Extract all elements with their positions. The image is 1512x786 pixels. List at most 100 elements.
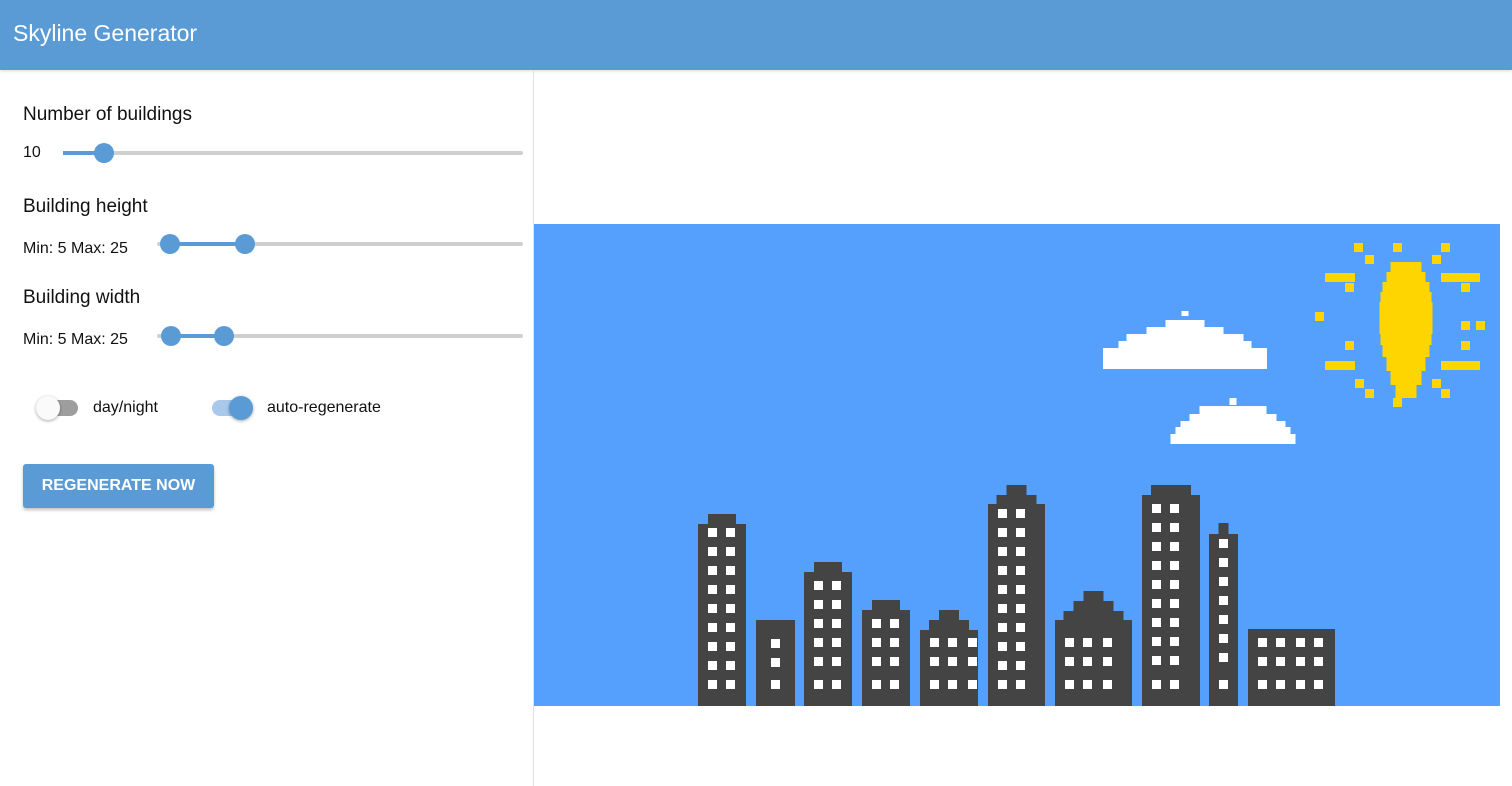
- sun-ray: [1393, 398, 1402, 407]
- building: [988, 485, 1045, 706]
- building-window: [1152, 504, 1161, 513]
- building-window: [1065, 657, 1074, 666]
- sun-ray: [1441, 243, 1450, 252]
- building-window: [814, 657, 823, 666]
- number-of-buildings-label: Number of buildings: [23, 104, 192, 125]
- sun-ray: [1471, 273, 1480, 282]
- building-window: [1152, 618, 1161, 627]
- building-window: [890, 619, 899, 628]
- cloud-2-segment: [1189, 414, 1277, 422]
- building-window: [1152, 599, 1161, 608]
- cloud-2-segment: [1229, 398, 1237, 405]
- building-window: [1170, 580, 1179, 589]
- slider-min-thumb[interactable]: [160, 234, 180, 254]
- building-window: [708, 547, 717, 556]
- cloud-1-segment: [1165, 320, 1205, 327]
- day-night-label: day/night: [93, 399, 158, 416]
- building-window: [832, 657, 841, 666]
- building-window: [814, 600, 823, 609]
- sun-ray: [1471, 361, 1480, 370]
- auto-regenerate-label: auto-regenerate: [267, 399, 381, 416]
- regenerate-now-button[interactable]: REGENERATE NOW: [23, 464, 214, 508]
- building-window: [708, 661, 717, 670]
- building-window: [771, 639, 780, 648]
- building-roof: [708, 514, 736, 525]
- cloud-1-segment: [1146, 327, 1224, 334]
- skyline-canvas: [534, 224, 1500, 706]
- app-title: Skyline Generator: [13, 20, 198, 46]
- sun-ray: [1325, 273, 1355, 282]
- building-window: [1065, 638, 1074, 647]
- building-window: [1296, 657, 1305, 666]
- sun-ray: [1393, 243, 1402, 252]
- building-window: [726, 585, 735, 594]
- building-window: [1016, 604, 1025, 613]
- building-window: [1016, 680, 1025, 689]
- sun-ray: [1461, 321, 1470, 330]
- building-window: [814, 638, 823, 647]
- building-window: [1314, 680, 1323, 689]
- building-body: [862, 610, 910, 706]
- building-window: [998, 623, 1007, 632]
- building-window: [998, 680, 1007, 689]
- building-window: [1219, 680, 1228, 689]
- building-window: [1170, 561, 1179, 570]
- slider-min-thumb[interactable]: [161, 326, 181, 346]
- building-window: [1219, 558, 1228, 567]
- building-window: [1016, 585, 1025, 594]
- building-window: [1016, 509, 1025, 518]
- building-window: [1016, 642, 1025, 651]
- building-window: [1152, 656, 1161, 665]
- building-window: [708, 566, 717, 575]
- building-window: [1276, 638, 1285, 647]
- building-window: [1016, 547, 1025, 556]
- building: [1248, 629, 1335, 706]
- building-window: [1296, 680, 1305, 689]
- building-roof: [929, 620, 969, 631]
- cloud-1-segment: [1181, 311, 1189, 316]
- building: [698, 514, 746, 706]
- sun-ray: [1476, 321, 1485, 330]
- building-window: [968, 657, 977, 666]
- building-window: [1170, 504, 1179, 513]
- building: [1142, 485, 1200, 706]
- cloud-1-segment: [1103, 348, 1267, 369]
- slider-fill: [170, 242, 245, 246]
- building-window: [1152, 580, 1161, 589]
- slider-thumb[interactable]: [94, 143, 114, 163]
- sun-ray: [1461, 341, 1470, 350]
- building: [756, 620, 795, 706]
- sun-ray: [1315, 312, 1324, 321]
- cloud-2-segment: [1175, 427, 1291, 435]
- building-window: [1083, 657, 1092, 666]
- building-roof: [814, 562, 842, 573]
- building-roof: [939, 610, 959, 621]
- building: [804, 562, 852, 706]
- building-window: [1314, 638, 1323, 647]
- toggle-thumb[interactable]: [36, 396, 60, 420]
- building-window: [1152, 680, 1161, 689]
- toggle-thumb[interactable]: [229, 396, 253, 420]
- slider-track[interactable]: [63, 151, 523, 155]
- building-window: [1152, 637, 1161, 646]
- building-window: [1219, 634, 1228, 643]
- building-window: [1219, 577, 1228, 586]
- building-window: [726, 604, 735, 613]
- slider-max-thumb[interactable]: [214, 326, 234, 346]
- building-window: [968, 638, 977, 647]
- sun-ray: [1365, 389, 1374, 398]
- building-window: [832, 581, 841, 590]
- app-bar: Skyline Generator: [0, 0, 1512, 70]
- slider-max-thumb[interactable]: [235, 234, 255, 254]
- building-window: [890, 680, 899, 689]
- building-window: [1152, 542, 1161, 551]
- building-window: [948, 638, 957, 647]
- building-window: [708, 585, 717, 594]
- building-window: [832, 600, 841, 609]
- building-window: [1258, 657, 1267, 666]
- sun-ray: [1365, 255, 1374, 264]
- building-roof: [1063, 611, 1124, 622]
- building-window: [930, 680, 939, 689]
- building-window: [726, 680, 735, 689]
- building-window: [1170, 542, 1179, 551]
